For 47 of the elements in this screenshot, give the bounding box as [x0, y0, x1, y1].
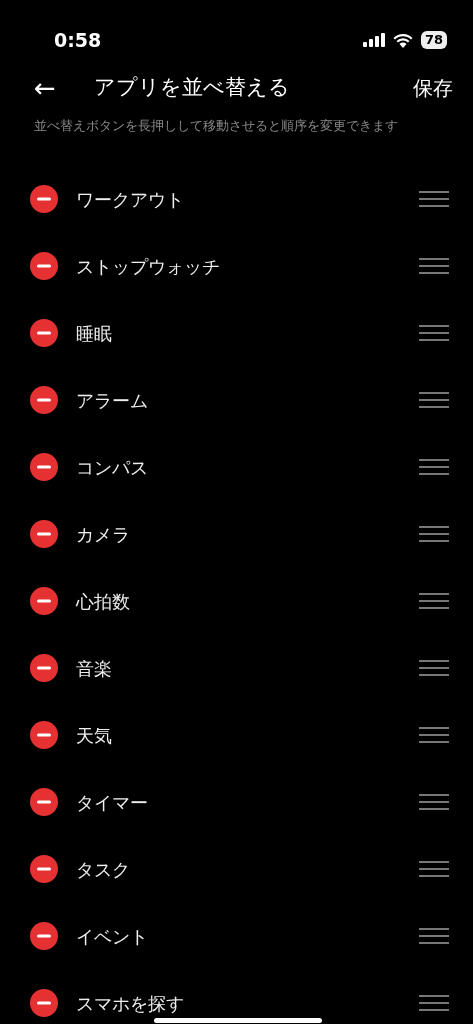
app-name: 天気: [76, 723, 112, 748]
app-name: ワークアウト: [76, 187, 184, 212]
drag-handle-icon[interactable]: [419, 459, 449, 475]
app-name: 心拍数: [76, 589, 130, 614]
app-name: 音楽: [76, 656, 112, 681]
drag-handle-icon[interactable]: [419, 593, 449, 609]
remove-icon[interactable]: [30, 654, 58, 682]
drag-handle-icon[interactable]: [419, 995, 449, 1011]
app-name: カメラ: [76, 522, 130, 547]
app-name: コンパス: [76, 455, 148, 480]
status-time: 0:58: [54, 27, 102, 53]
drag-handle-icon[interactable]: [419, 660, 449, 676]
remove-icon[interactable]: [30, 989, 58, 1017]
drag-handle-icon[interactable]: [419, 325, 449, 341]
drag-handle-icon[interactable]: [419, 392, 449, 408]
app-name: スマホを探す: [76, 991, 184, 1016]
drag-handle-icon[interactable]: [419, 794, 449, 810]
drag-handle-icon[interactable]: [419, 727, 449, 743]
app-name: タスク: [76, 857, 130, 882]
back-button[interactable]: ←: [34, 75, 56, 101]
drag-handle-icon[interactable]: [419, 191, 449, 207]
app-name: 睡眠: [76, 321, 112, 346]
remove-icon[interactable]: [30, 721, 58, 749]
remove-icon[interactable]: [30, 386, 58, 414]
app-name: タイマー: [76, 790, 148, 815]
app-name: ストップウォッチ: [76, 254, 220, 279]
signal-icon: [362, 33, 385, 47]
drag-handle-icon[interactable]: [419, 861, 449, 877]
app-name: イベント: [76, 924, 148, 949]
remove-icon[interactable]: [30, 788, 58, 816]
remove-icon[interactable]: [30, 520, 58, 548]
drag-handle-icon[interactable]: [419, 258, 449, 274]
battery-level: 78: [420, 31, 447, 49]
page-title: アプリを並べ替える: [93, 74, 290, 102]
remove-icon[interactable]: [30, 252, 58, 280]
remove-icon[interactable]: [30, 185, 58, 213]
remove-icon[interactable]: [30, 922, 58, 950]
description-text: 並べ替えボタンを長押しして移動させると順序を変更できます: [33, 117, 399, 135]
drag-handle-icon[interactable]: [419, 928, 449, 944]
wifi-icon: [392, 32, 413, 48]
app-name: アラーム: [76, 388, 148, 413]
remove-icon[interactable]: [30, 587, 58, 615]
drag-handle-icon[interactable]: [419, 526, 449, 542]
remove-icon[interactable]: [30, 855, 58, 883]
remove-icon[interactable]: [30, 453, 58, 481]
remove-icon[interactable]: [30, 319, 58, 347]
save-button[interactable]: 保存: [413, 73, 453, 103]
